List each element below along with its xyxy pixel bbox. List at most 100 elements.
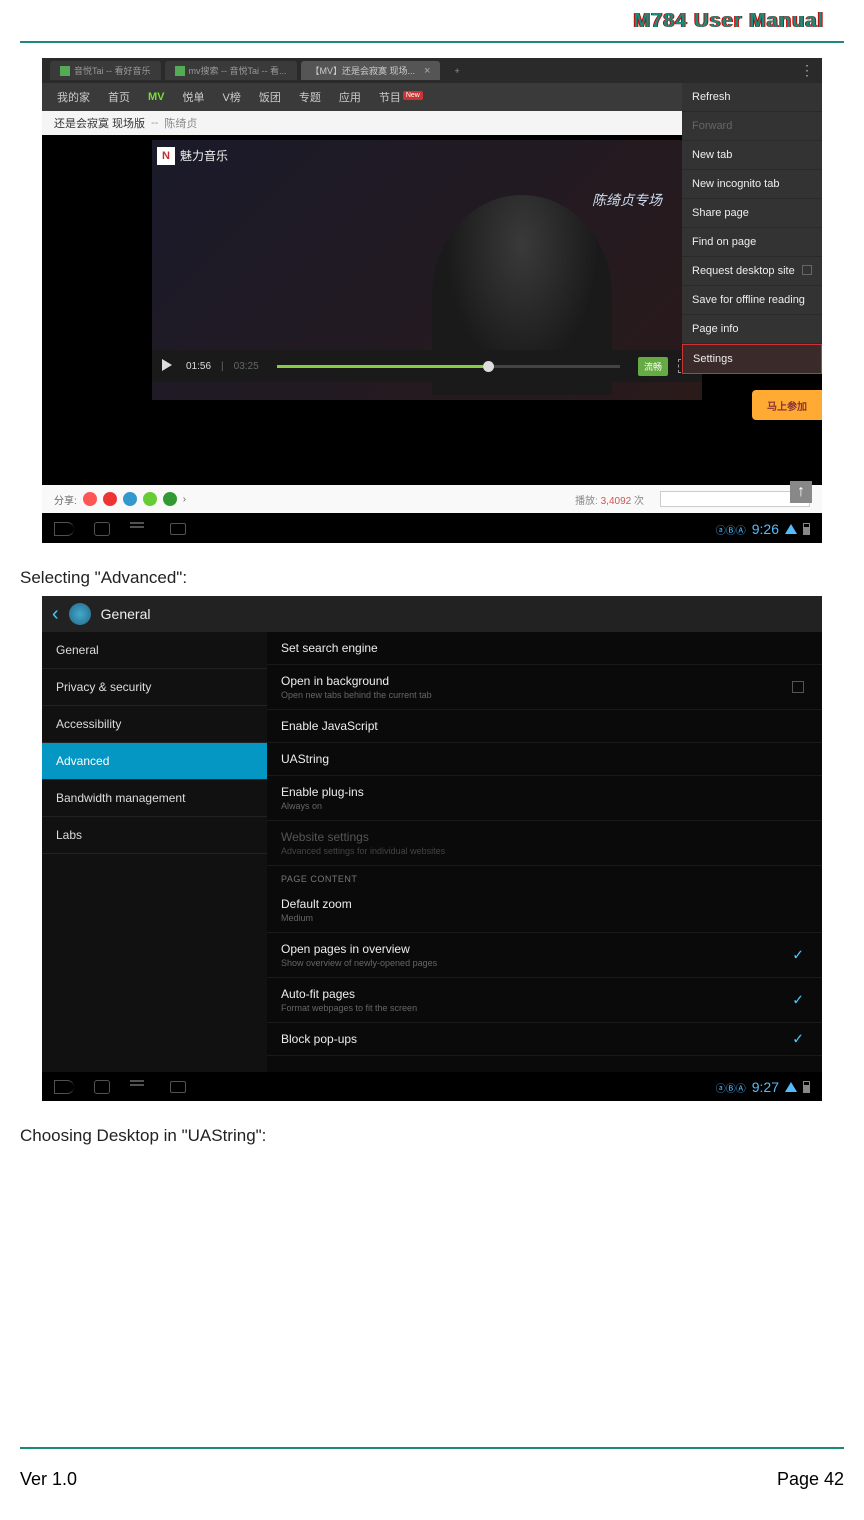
video-controls: 01:56 | 03:25 流畅 <box>152 350 702 382</box>
share-icon-2[interactable] <box>103 492 117 506</box>
home-icon[interactable] <box>94 522 110 536</box>
status-clock: 9:26 <box>752 521 779 537</box>
scroll-top-button[interactable]: ↑ <box>790 481 812 503</box>
notification-icons[interactable]: ⓐⒷⒶ <box>716 1080 746 1095</box>
status-clock: 9:27 <box>752 1079 779 1095</box>
setting-zoom[interactable]: Default zoom Medium <box>267 888 822 933</box>
menu-find[interactable]: Find on page <box>682 228 822 257</box>
screenshot-icon[interactable] <box>170 523 186 535</box>
quality-button[interactable]: 流畅 <box>638 357 668 376</box>
nav-item[interactable]: 我的家 <box>57 89 90 105</box>
setting-javascript[interactable]: Enable JavaScript <box>267 710 822 743</box>
menu-offline[interactable]: Save for offline reading <box>682 286 822 315</box>
nav-item-active[interactable]: MV <box>148 91 165 103</box>
tab-favicon-icon <box>175 66 185 76</box>
song-title: 还是会寂寞 现场版 <box>54 115 145 131</box>
checkmark-icon[interactable]: ✓ <box>792 992 804 1009</box>
screenshot-icon[interactable] <box>170 1081 186 1093</box>
tab-label: 音悦Tai -- 看好音乐 <box>74 64 151 77</box>
battery-icon <box>803 1081 810 1093</box>
footer-page: Page 42 <box>777 1469 844 1490</box>
home-icon[interactable] <box>94 1080 110 1094</box>
settings-sidebar: General Privacy & security Accessibility… <box>42 632 267 1072</box>
sidebar-advanced[interactable]: Advanced <box>42 743 267 780</box>
share-icon-5[interactable] <box>163 492 177 506</box>
sidebar-bandwidth[interactable]: Bandwidth management <box>42 780 267 817</box>
divider-top <box>20 41 844 43</box>
wifi-icon <box>785 524 797 534</box>
desktop-checkbox-icon[interactable] <box>802 265 812 275</box>
join-now-badge[interactable]: 马上参加 <box>752 390 822 420</box>
setting-uastring[interactable]: UAString <box>267 743 822 776</box>
menu-share[interactable]: Share page <box>682 199 822 228</box>
nav-item[interactable]: 首页 <box>108 89 130 105</box>
nav-item[interactable]: 专题 <box>299 89 321 105</box>
song-artist: 陈绮贞 <box>164 115 197 131</box>
back-arrow-icon[interactable]: ‹ <box>52 603 59 626</box>
menu-incognito[interactable]: New incognito tab <box>682 170 822 199</box>
setting-open-background[interactable]: Open in background Open new tabs behind … <box>267 665 822 710</box>
nav-item[interactable]: 应用 <box>339 89 361 105</box>
sidebar-labs[interactable]: Labs <box>42 817 267 854</box>
play-button[interactable] <box>162 359 176 373</box>
menu-pageinfo[interactable]: Page info <box>682 315 822 344</box>
menu-desktop-site[interactable]: Request desktop site <box>682 257 822 286</box>
page-footer: Ver 1.0 Page 42 <box>20 1447 844 1490</box>
recent-apps-icon[interactable] <box>130 1080 150 1094</box>
screenshot-browser-video: 音悦Tai -- 看好音乐 mv搜索 -- 音悦Tai -- 看... 【MV】… <box>42 58 822 543</box>
nav-item[interactable]: 节目New <box>379 89 423 105</box>
share-icon-4[interactable] <box>143 492 157 506</box>
share-more-icon[interactable]: › <box>183 494 186 505</box>
setting-plugins[interactable]: Enable plug-ins Always on <box>267 776 822 821</box>
nav-item[interactable]: V榜 <box>223 89 241 105</box>
sidebar-general[interactable]: General <box>42 632 267 669</box>
back-icon[interactable] <box>54 1080 74 1094</box>
recent-apps-icon[interactable] <box>130 522 150 536</box>
back-icon[interactable] <box>54 522 74 536</box>
android-nav-bar: ⓐⒷⒶ 9:27 <box>42 1073 822 1101</box>
progress-thumb[interactable] <box>483 361 494 372</box>
progress-bar[interactable] <box>277 365 620 368</box>
share-icon-1[interactable] <box>83 492 97 506</box>
menu-refresh[interactable]: Refresh <box>682 83 822 112</box>
screenshot-settings-advanced: ‹ General General Privacy & security Acc… <box>42 596 822 1101</box>
tab-label: mv搜索 -- 音悦Tai -- 看... <box>189 64 287 77</box>
sidebar-accessibility[interactable]: Accessibility <box>42 706 267 743</box>
tab-favicon-icon <box>60 66 70 76</box>
menu-new-tab[interactable]: New tab <box>682 141 822 170</box>
tab-close-icon[interactable]: × <box>424 65 430 77</box>
nav-item[interactable]: 饭团 <box>259 89 281 105</box>
checkmark-icon[interactable]: ✓ <box>792 947 804 964</box>
browser-menu-icon[interactable]: ⋮ <box>800 62 814 79</box>
section-page-content: PAGE CONTENT <box>267 866 822 888</box>
browser-context-menu: Refresh Forward New tab New incognito ta… <box>682 83 822 374</box>
browser-tab-2[interactable]: mv搜索 -- 音悦Tai -- 看... <box>165 61 297 80</box>
checkbox-icon[interactable] <box>792 681 804 693</box>
globe-icon <box>69 603 91 625</box>
nav-item[interactable]: 悦单 <box>183 89 205 105</box>
setting-website: Website settings Advanced settings for i… <box>267 821 822 866</box>
browser-tab-strip: 音悦Tai -- 看好音乐 mv搜索 -- 音悦Tai -- 看... 【MV】… <box>42 58 822 83</box>
divider-footer <box>20 1447 844 1449</box>
setting-autofit[interactable]: Auto-fit pages Format webpages to fit th… <box>267 978 822 1023</box>
checkmark-icon[interactable]: ✓ <box>792 1031 804 1048</box>
share-icon-3[interactable] <box>123 492 137 506</box>
nav-new-badge: New <box>403 91 423 100</box>
browser-tab-active[interactable]: 【MV】还是会寂寞 现场...× <box>301 61 441 80</box>
new-tab-button[interactable]: + <box>444 63 469 79</box>
time-total: 03:25 <box>234 361 259 372</box>
video-overlay-caption: 陈绮贞专场 <box>592 190 662 210</box>
setting-overview[interactable]: Open pages in overview Show overview of … <box>267 933 822 978</box>
browser-tab-1[interactable]: 音悦Tai -- 看好音乐 <box>50 61 161 80</box>
menu-settings[interactable]: Settings <box>682 344 822 374</box>
battery-icon <box>803 523 810 535</box>
sidebar-privacy[interactable]: Privacy & security <box>42 669 267 706</box>
caption-advanced: Selecting "Advanced": <box>20 568 844 588</box>
setting-popups[interactable]: Block pop-ups ✓ <box>267 1023 822 1056</box>
comment-input[interactable] <box>660 491 810 507</box>
setting-search-engine[interactable]: Set search engine <box>267 632 822 665</box>
share-bar: 分享: › 播放: 3,4092 次 <box>42 485 822 513</box>
notification-icons[interactable]: ⓐⒷⒶ <box>716 522 746 537</box>
view-count: 播放: 3,4092 次 <box>575 492 644 507</box>
settings-title: General <box>101 606 151 622</box>
